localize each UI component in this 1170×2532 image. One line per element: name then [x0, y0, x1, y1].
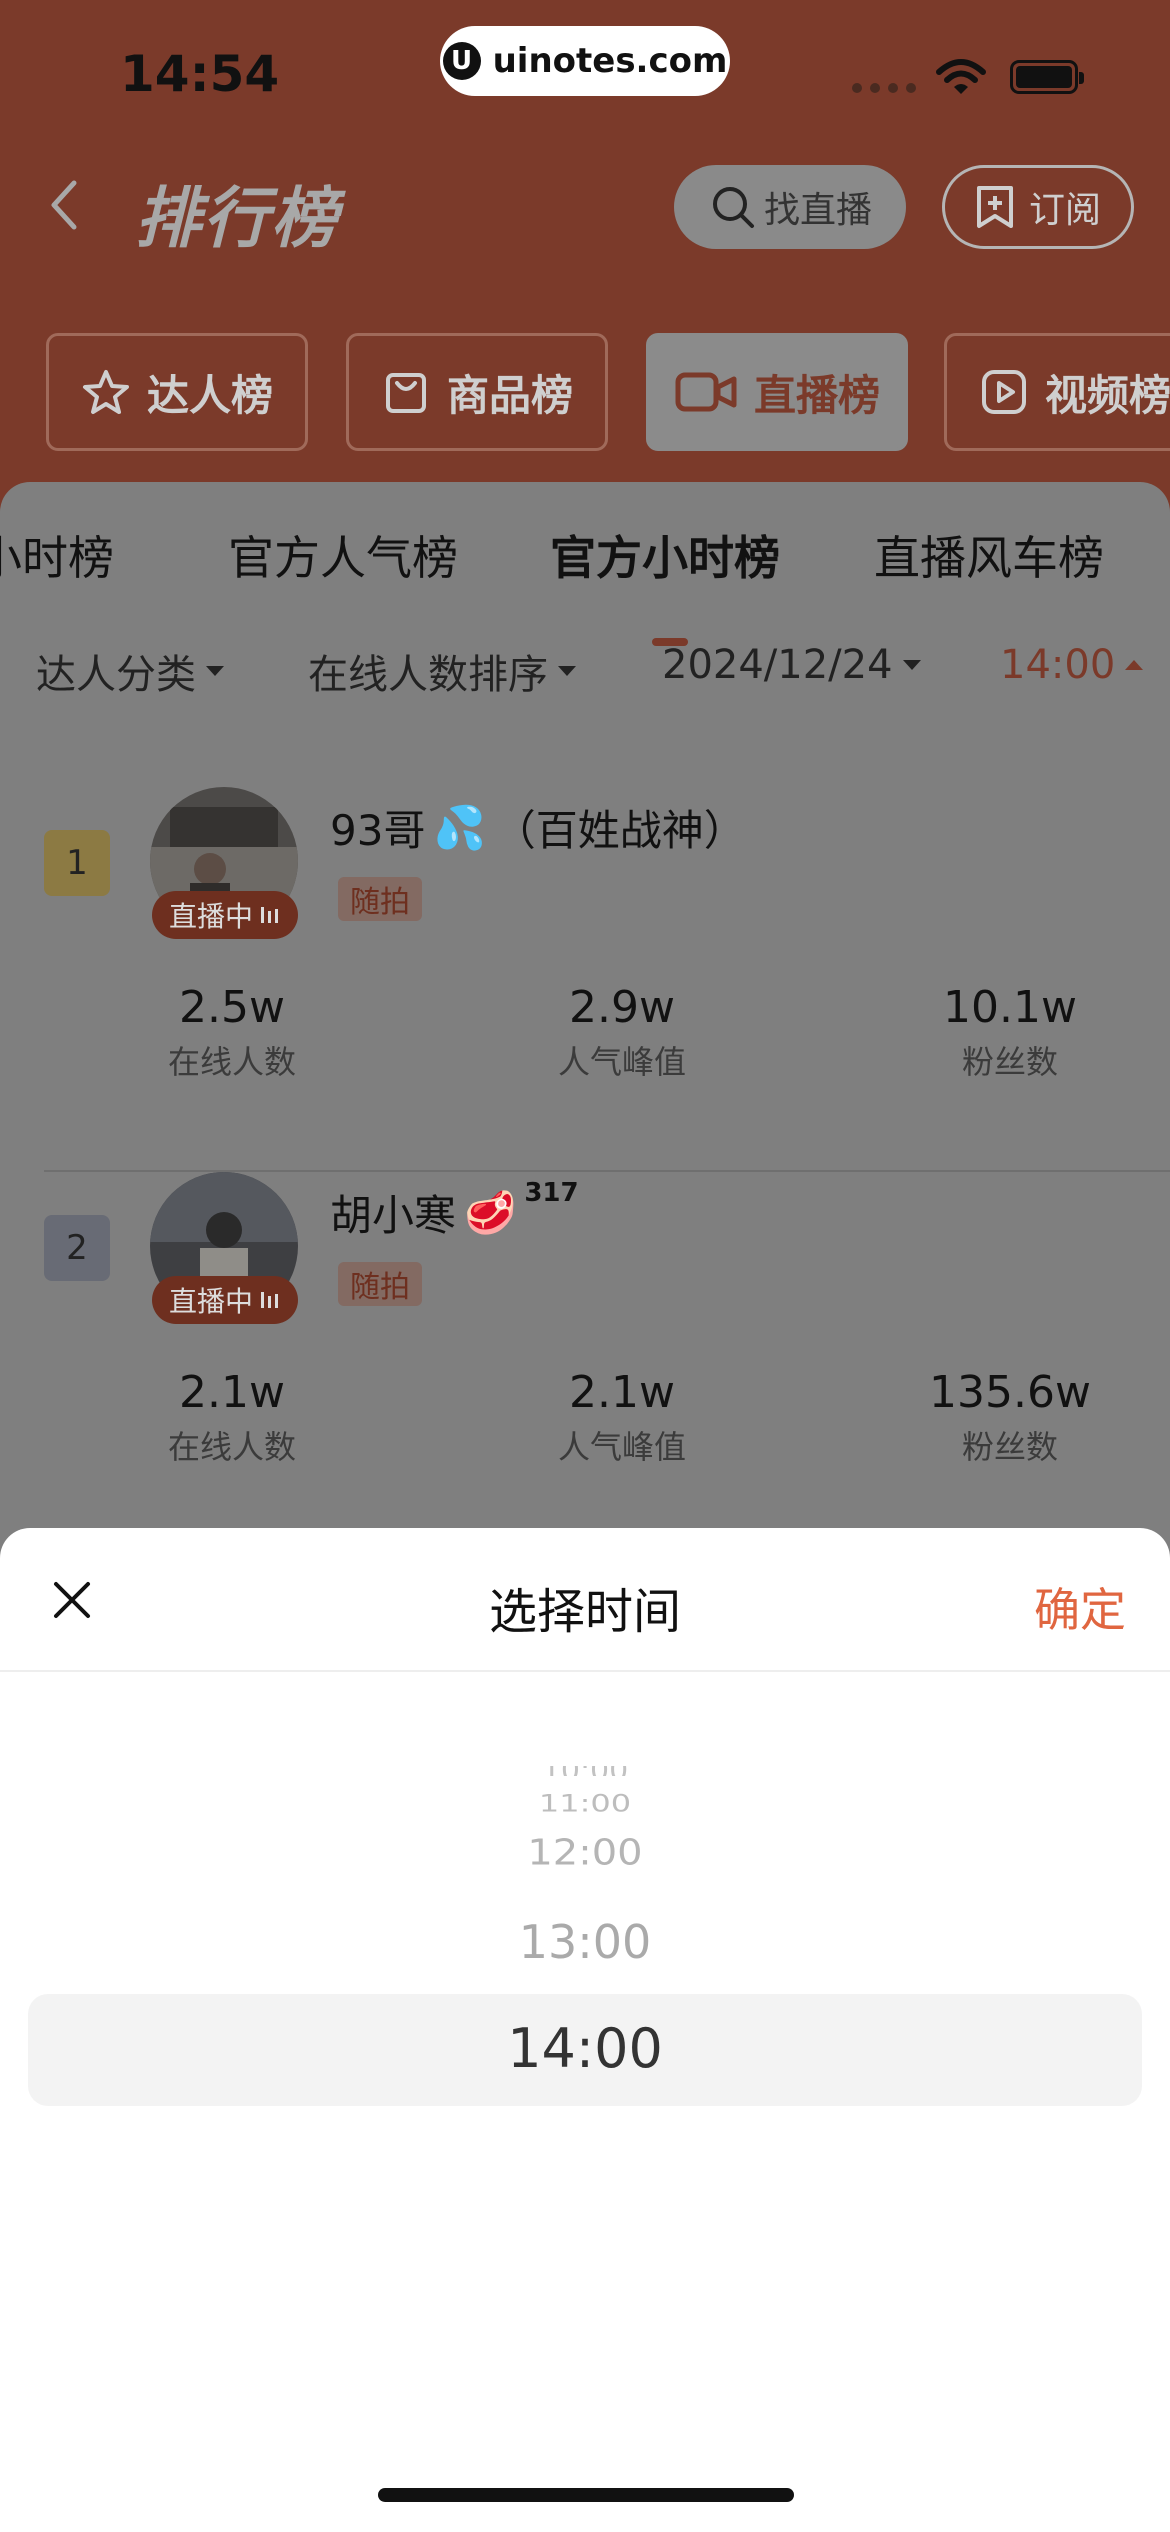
stat-value: 2.9w: [569, 982, 675, 1033]
picker-option[interactable]: 11:00: [0, 1789, 1170, 1818]
category-tag: 随拍: [338, 877, 422, 921]
tab-talent-ranking[interactable]: 达人榜: [46, 333, 308, 451]
filter-date[interactable]: 2024/12/24: [662, 642, 921, 688]
stat-value: 2.5w: [179, 982, 285, 1033]
anchor-name[interactable]: 93哥 💦 （百姓战神）: [330, 797, 746, 858]
live-status-badge: 直播中: [152, 891, 298, 939]
tab-product-ranking[interactable]: 商品榜: [346, 333, 608, 451]
picker-option[interactable]: 10:00: [0, 1766, 1170, 1776]
play-icon: [981, 370, 1026, 414]
tab-label: 视频榜: [1044, 370, 1170, 420]
subscribe-button[interactable]: 订阅: [942, 165, 1134, 249]
stat-label: 人气峰值: [557, 1428, 686, 1466]
stat-label: 人气峰值: [557, 1043, 686, 1081]
sweat-droplets-icon: 💦: [433, 802, 486, 852]
bag-icon: [385, 373, 426, 413]
stat-online: 2.1w 在线人数: [82, 1367, 382, 1468]
live-status-label: 直播中: [168, 1285, 253, 1318]
anchor-name-text: 93哥: [330, 806, 426, 855]
star-icon: [82, 370, 129, 414]
subtab-official-hourly[interactable]: 官方小时榜: [550, 522, 780, 588]
sheet-header: 选择时间 确定: [0, 1528, 1170, 1672]
subscribe-label: 订阅: [1028, 190, 1101, 231]
page-title: 排行榜: [135, 180, 339, 257]
category-tag: 随拍: [338, 1262, 422, 1306]
stat-label: 在线人数: [167, 1043, 296, 1081]
live-bars-icon: [261, 907, 278, 923]
stat-value: 2.1w: [569, 1367, 675, 1418]
tab-label: 商品榜: [446, 370, 573, 420]
stat-peak: 2.1w 人气峰值: [472, 1367, 772, 1468]
live-status-label: 直播中: [168, 900, 253, 933]
filter-sort-label: 在线人数排序: [308, 652, 548, 698]
picker-option[interactable]: 12:00: [0, 1832, 1170, 1873]
tab-label: 直播榜: [753, 370, 880, 420]
live-status-badge: 直播中: [152, 1276, 298, 1324]
search-icon: [713, 187, 754, 228]
subtab-hourly[interactable]: 小时榜: [0, 522, 114, 588]
signal-icon: [852, 83, 916, 93]
time-picker-wheel[interactable]: 10:00 11:00 12:00 13:00 14:00: [0, 1672, 1170, 2532]
tab-label: 达人榜: [146, 370, 273, 420]
battery-icon: [1010, 60, 1084, 94]
filter-sort[interactable]: 在线人数排序: [308, 642, 576, 700]
subtab-official-popularity[interactable]: 官方人气榜: [228, 522, 458, 588]
anchor-name-text: 胡小寒: [330, 1191, 457, 1240]
header: 14:54 U uinotes.com 排行榜 找直播 订阅 达人榜 商品榜 直…: [0, 0, 1170, 520]
rank-badge: 2: [44, 1215, 110, 1281]
stat-value: 10.1w: [943, 982, 1077, 1033]
stat-fans: 10.1w 粉丝数: [860, 982, 1160, 1083]
back-arrow-icon[interactable]: [40, 175, 90, 235]
stat-label: 在线人数: [167, 1428, 296, 1466]
filter-category[interactable]: 达人分类: [36, 642, 224, 700]
filter-date-label: 2024/12/24: [662, 642, 893, 688]
caret-up-icon: [1125, 660, 1144, 670]
anchor-name-suffix: （百姓战神）: [493, 806, 746, 855]
filter-hour[interactable]: 14:00: [1000, 642, 1144, 688]
steak-icon: 🥩: [464, 1187, 517, 1237]
tab-live-ranking[interactable]: 直播榜: [646, 333, 908, 451]
filter-hour-label: 14:00: [1000, 642, 1116, 688]
confirm-button[interactable]: 确定: [1034, 1574, 1126, 1640]
caret-down-icon: [902, 660, 921, 670]
stat-value: 135.6w: [929, 1367, 1091, 1418]
picker-option[interactable]: 13:00: [0, 1915, 1170, 1969]
watermark-text: uinotes.com: [492, 41, 728, 81]
stat-fans: 135.6w 粉丝数: [860, 1367, 1160, 1468]
caret-down-icon: [206, 666, 224, 676]
video-camera-icon: [675, 372, 737, 412]
ranking-row[interactable]: 1 直播中 93哥 💦 （百姓战神） 随拍 2.5w 在线人数 2.9w 人气峰…: [0, 787, 1170, 1172]
sheet-title: 选择时间: [488, 1584, 681, 1640]
wifi-icon: [936, 59, 986, 94]
anchor-name[interactable]: 胡小寒 🥩 317: [330, 1178, 579, 1243]
rank-badge: 1: [44, 830, 110, 896]
live-bars-icon: [261, 1292, 278, 1308]
app-screen: 14:54 U uinotes.com 排行榜 找直播 订阅 达人榜 商品榜 直…: [0, 0, 1170, 2532]
home-indicator: [378, 2488, 794, 2502]
bookmark-plus-icon: [976, 186, 1013, 228]
stat-label: 粉丝数: [961, 1428, 1058, 1466]
stat-peak: 2.9w 人气峰值: [472, 982, 772, 1083]
subtab-bar: 小时榜 官方人气榜 官方小时榜 直播风车榜: [0, 522, 1170, 646]
caret-down-icon: [558, 666, 576, 676]
stat-value: 2.1w: [179, 1367, 285, 1418]
stat-label: 粉丝数: [961, 1043, 1058, 1081]
subtab-windmill[interactable]: 直播风车榜: [874, 522, 1104, 588]
status-bar: 14:54 U uinotes.com: [0, 0, 1170, 140]
search-live-button[interactable]: 找直播: [674, 165, 906, 249]
watermark: U uinotes.com: [440, 26, 730, 96]
time-picker-sheet: 选择时间 确定 10:00 11:00 12:00 13:00 14:00: [0, 1528, 1170, 2532]
watermark-logo-icon: U: [442, 42, 481, 80]
tab-video-ranking[interactable]: 视频榜: [944, 333, 1170, 451]
stat-online: 2.5w 在线人数: [82, 982, 382, 1083]
filter-category-label: 达人分类: [36, 652, 196, 698]
status-time: 14:54: [120, 45, 280, 103]
ranking-row[interactable]: 2 直播中 胡小寒 🥩 317 随拍 2.1w 在线人数 2.1w 人气峰值 1…: [0, 1172, 1170, 1557]
picker-option-selected[interactable]: 14:00: [0, 2017, 1170, 2080]
search-live-label: 找直播: [764, 190, 873, 231]
anchor-name-suffix: 317: [524, 1178, 579, 1208]
